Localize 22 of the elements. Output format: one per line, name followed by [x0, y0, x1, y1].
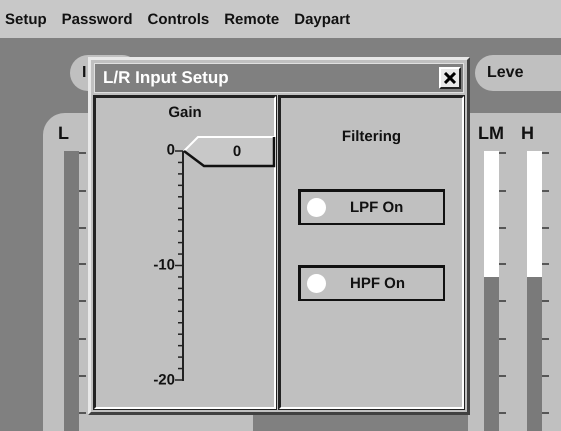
menu-item[interactable]: Controls	[148, 10, 210, 28]
filtering-label: Filtering	[342, 128, 402, 145]
menu-item[interactable]: Password	[62, 10, 133, 28]
scale-label: 0	[166, 142, 175, 158]
band-label: H	[521, 123, 535, 143]
close-icon	[444, 72, 456, 84]
menu-item[interactable]: Remote	[224, 10, 280, 28]
menu-item[interactable]: Daypart	[294, 10, 350, 28]
indicator-light-icon	[307, 198, 326, 217]
scale-label: -10	[153, 256, 175, 274]
channel-label: L	[58, 123, 70, 143]
tab[interactable]: Leve	[475, 55, 561, 91]
indicator-light-icon	[307, 274, 326, 293]
filter-toggle-button[interactable]: HPF On	[298, 265, 445, 301]
menu-item[interactable]: Setup	[5, 10, 47, 28]
gain-slider-thumb[interactable]: 0	[184, 134, 276, 168]
filter-toggle-button[interactable]: LPF On	[298, 189, 445, 225]
band-label: LM	[478, 123, 505, 143]
gain-label: Gain	[168, 104, 202, 121]
close-button[interactable]	[439, 67, 461, 89]
scale-label: -20	[153, 372, 175, 388]
dialog-title: L/R Input Setup	[103, 68, 229, 88]
